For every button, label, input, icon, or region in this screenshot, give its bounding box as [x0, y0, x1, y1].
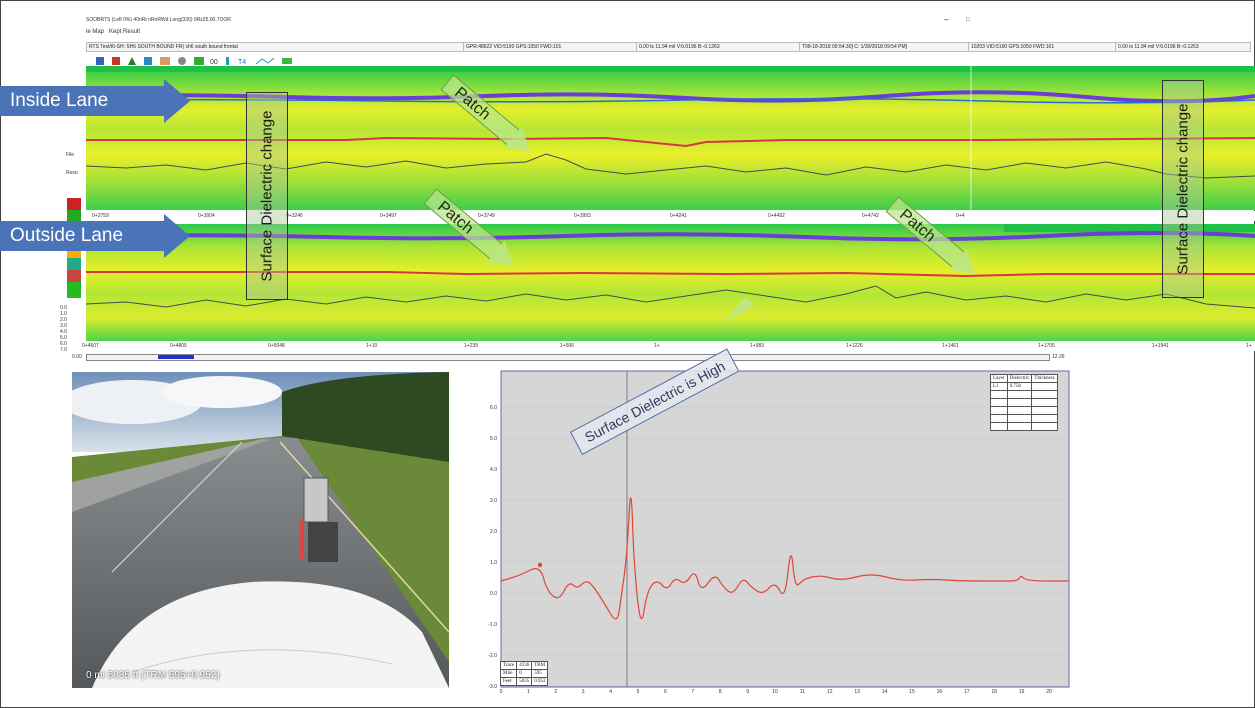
y-tick-label: -2.0 — [488, 653, 497, 659]
waveform-plot-area — [500, 370, 1070, 688]
x-tick-label: 7 — [691, 689, 694, 695]
status-date: T08-18-2018 09:54:30] C: 1/30/2018 09:54… — [799, 42, 971, 52]
toolbar-marker-icon[interactable] — [226, 57, 229, 65]
arrow-head-icon — [164, 79, 190, 123]
x-tick-label: 0 — [500, 689, 503, 695]
surface-change-box-left: Surface Dielectric change — [246, 92, 288, 300]
y-tick-label: 0.0 — [490, 591, 497, 597]
x-tick-label: 6 — [664, 689, 667, 695]
x-tick-label: 2 — [554, 689, 557, 695]
x-tick-label: 12 — [827, 689, 833, 695]
toolbar-wave-icon[interactable] — [255, 57, 275, 65]
toolbar-color-icon[interactable] — [282, 58, 292, 64]
road-video-frame — [72, 372, 449, 688]
x-tick-label: 1 — [527, 689, 530, 695]
timeline-scroll-thumb[interactable] — [158, 355, 194, 359]
x-tick-label: 16 — [937, 689, 943, 695]
layer-table: Layer Dielectric Thickness L1 9.758 — [990, 374, 1058, 431]
x-tick-label: 5 — [637, 689, 640, 695]
depth-scale: 0.0 1.0 2.0 3.0 4.0 5.0 6.0 7.0 — [60, 305, 67, 353]
toolbar-gear-icon[interactable] — [178, 57, 186, 65]
station-ruler-bottom: 0+4507 0+4805 0+5048 1+10 1+239 1+506 1+… — [82, 341, 1255, 351]
menu-item-kept-result[interactable]: Kept Result — [109, 29, 140, 35]
y-tick-label: 1.0 — [490, 560, 497, 566]
inside-lane-arrow: Inside Lane — [0, 79, 190, 123]
y-tick-label: 3.0 — [490, 498, 497, 504]
toolbar-ruler-icon[interactable] — [112, 57, 120, 65]
y-tick-label: 5.0 — [490, 436, 497, 442]
y-tick-label: 4.0 — [490, 467, 497, 473]
x-tick-label: 9 — [746, 689, 749, 695]
x-tick-label: 3 — [582, 689, 585, 695]
x-tick-label: 4 — [609, 689, 612, 695]
video-caption: 0 mi 5035 ft (TRM 595+0.952) — [86, 670, 220, 681]
inside-lane-label: Inside Lane — [0, 86, 166, 116]
outside-lane-label: Outside Lane — [0, 221, 166, 251]
x-tick-label: 11 — [800, 689, 805, 695]
minimize-icon[interactable]: – — [944, 16, 948, 24]
x-tick-label: 17 — [964, 689, 970, 695]
side-menu-file[interactable]: File — [66, 152, 74, 158]
x-tick-label: 15 — [909, 689, 915, 695]
surface-high-arrowhead-icon — [724, 296, 754, 322]
toolbar-layers-icon[interactable] — [144, 57, 152, 65]
outside-lane-arrow: Outside Lane — [0, 214, 190, 258]
status-gpr: GPR:48622 VID:5190 GPS:1050 FWD:101 — [463, 42, 639, 52]
toolbar-chart-icon[interactable] — [194, 57, 204, 65]
toolbar-mountain-icon[interactable] — [128, 57, 136, 65]
menu-bar: le Map Kept Result — [86, 29, 140, 35]
toolbar-r-icon[interactable] — [96, 57, 104, 65]
status-gpr-2: 10203 VID:5190 GPS:1050 FWD:101 — [968, 42, 1118, 52]
surface-change-box-right: Surface Dielectric change — [1162, 80, 1204, 298]
status-position: 0.00 ts 11.94 mil V:6.0196 B:-0.1263 — [636, 42, 802, 52]
x-tick-label: 14 — [882, 689, 888, 695]
trace-info-table: Trace 4336 TRM Mile 0 595 Feet 5035 0.952 — [499, 661, 549, 686]
trace-marker[interactable] — [537, 562, 543, 568]
y-tick-label: 6.0 — [490, 405, 497, 411]
scroll-start-label: 0.00 — [72, 354, 82, 360]
window-title: SOOBRTS (Left 0%) 40nRt nRnRWd Long(330)… — [86, 17, 231, 23]
scroll-end-label: 12.26 — [1052, 354, 1065, 360]
arrow-head-icon — [164, 214, 190, 258]
x-tick-label: 13 — [854, 689, 860, 695]
svg-text:00: 00 — [210, 59, 218, 66]
waveform-panel[interactable]: 6.0 5.0 4.0 3.0 2.0 1.0 0.0 -1.0 -2.0 -3.0 012345… — [481, 369, 1074, 695]
toolbar-image-icon[interactable] — [160, 57, 170, 65]
status-position-2: 0.00 ts 11.94 mil V:6.0196 B:-0.1263 — [1115, 42, 1251, 52]
maximize-icon[interactable]: □ — [966, 17, 970, 23]
timeline-scrollbar[interactable] — [86, 354, 1050, 361]
x-tick-label: 8 — [719, 689, 722, 695]
y-tick-label: 2.0 — [490, 529, 497, 535]
svg-text:T4: T4 — [238, 59, 246, 66]
x-tick-label: 19 — [1019, 689, 1025, 695]
status-file: RTS Test/t0-SH: SH6 SOUTH BOUND FR( sh6 … — [86, 42, 466, 52]
y-tick-label: -1.0 — [488, 622, 497, 628]
x-tick-label: 10 — [772, 689, 778, 695]
y-tick-label: -3.0 — [488, 684, 497, 690]
menu-item-map[interactable]: le Map — [86, 29, 104, 35]
x-tick-label: 20 — [1046, 689, 1052, 695]
side-menu-result[interactable]: Resu — [66, 170, 78, 176]
x-tick-label: 18 — [991, 689, 997, 695]
